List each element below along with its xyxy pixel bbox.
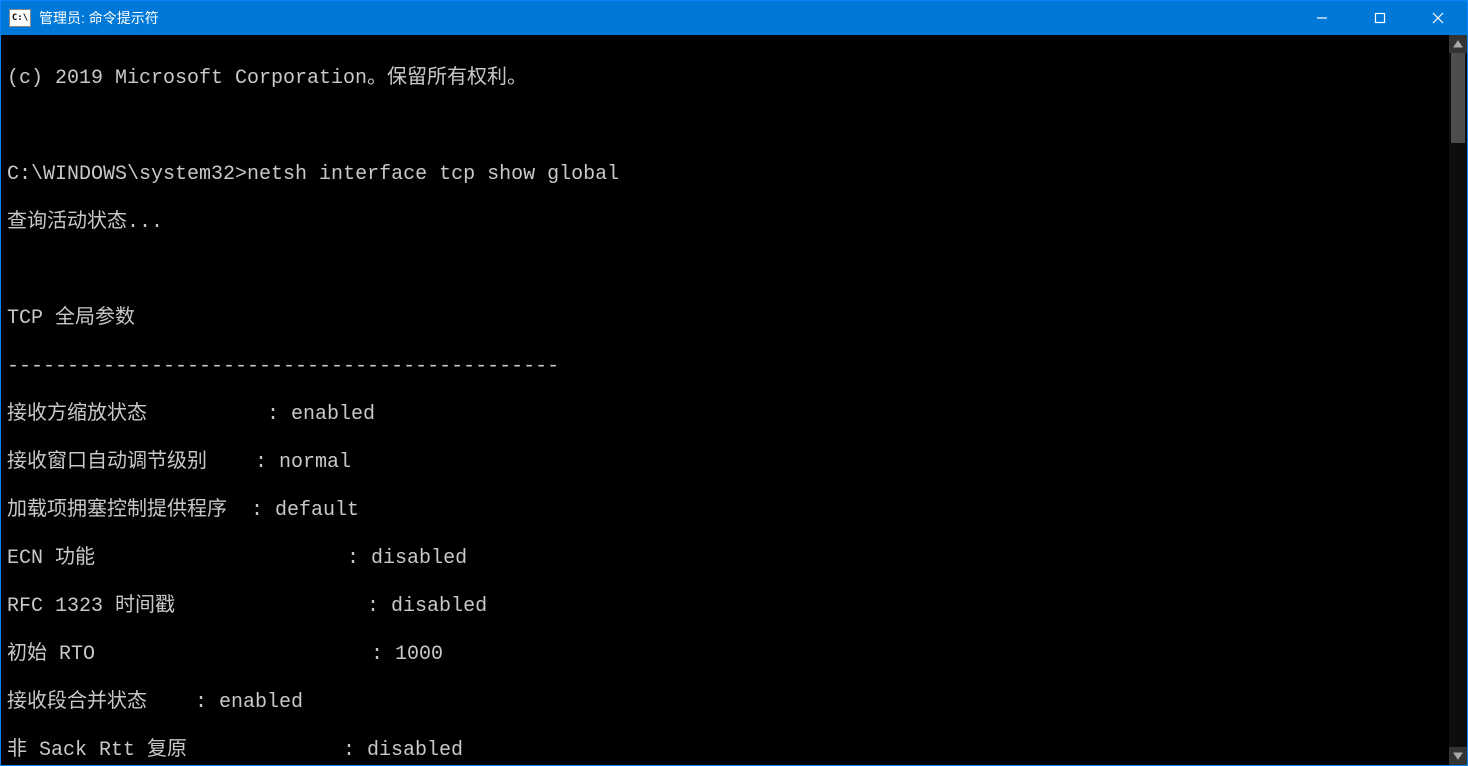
- command-1: netsh interface tcp show global: [247, 163, 619, 186]
- param-line: 初始 RTO : 1000: [7, 643, 1449, 667]
- cmd-window: C:\ 管理员: 命令提示符 (c) 2019 Microsoft Corpor…: [0, 0, 1468, 766]
- scrollbar-track[interactable]: [1449, 53, 1467, 747]
- chevron-down-icon: [1453, 751, 1463, 761]
- param-line: 加载项拥塞控制提供程序 : default: [7, 499, 1449, 523]
- scrollbar-thumb[interactable]: [1451, 53, 1465, 143]
- close-icon: [1432, 12, 1444, 24]
- param-line: RFC 1323 时间戳 : disabled: [7, 595, 1449, 619]
- terminal-output[interactable]: (c) 2019 Microsoft Corporation。保留所有权利。 C…: [1, 35, 1449, 765]
- client-area: (c) 2019 Microsoft Corporation。保留所有权利。 C…: [1, 35, 1467, 765]
- param-line: 接收窗口自动调节级别 : normal: [7, 451, 1449, 475]
- vertical-scrollbar[interactable]: [1449, 35, 1467, 765]
- param-line: 接收方缩放状态 : enabled: [7, 403, 1449, 427]
- divider-line: ----------------------------------------…: [7, 355, 1449, 379]
- app-icon-label: C:\: [12, 13, 28, 23]
- app-icon: C:\: [9, 9, 31, 27]
- param-line: ECN 功能 : disabled: [7, 547, 1449, 571]
- maximize-button[interactable]: [1351, 1, 1409, 35]
- close-button[interactable]: [1409, 1, 1467, 35]
- scroll-down-button[interactable]: [1449, 747, 1467, 765]
- scroll-up-button[interactable]: [1449, 35, 1467, 53]
- copyright-line: (c) 2019 Microsoft Corporation。保留所有权利。: [7, 67, 1449, 91]
- blank-line: [7, 115, 1449, 139]
- prompt-line-1: C:\WINDOWS\system32>netsh interface tcp …: [7, 163, 1449, 187]
- querying-line: 查询活动状态...: [7, 211, 1449, 235]
- minimize-button[interactable]: [1293, 1, 1351, 35]
- titlebar[interactable]: C:\ 管理员: 命令提示符: [1, 1, 1467, 35]
- blank-line: [7, 259, 1449, 283]
- maximize-icon: [1374, 12, 1386, 24]
- section-title: TCP 全局参数: [7, 307, 1449, 331]
- chevron-up-icon: [1453, 39, 1463, 49]
- param-line: 非 Sack Rtt 复原 : disabled: [7, 739, 1449, 763]
- window-title: 管理员: 命令提示符: [39, 8, 159, 28]
- minimize-icon: [1316, 12, 1328, 24]
- prompt-path: C:\WINDOWS\system32>: [7, 163, 247, 186]
- param-line: 接收段合并状态 : enabled: [7, 691, 1449, 715]
